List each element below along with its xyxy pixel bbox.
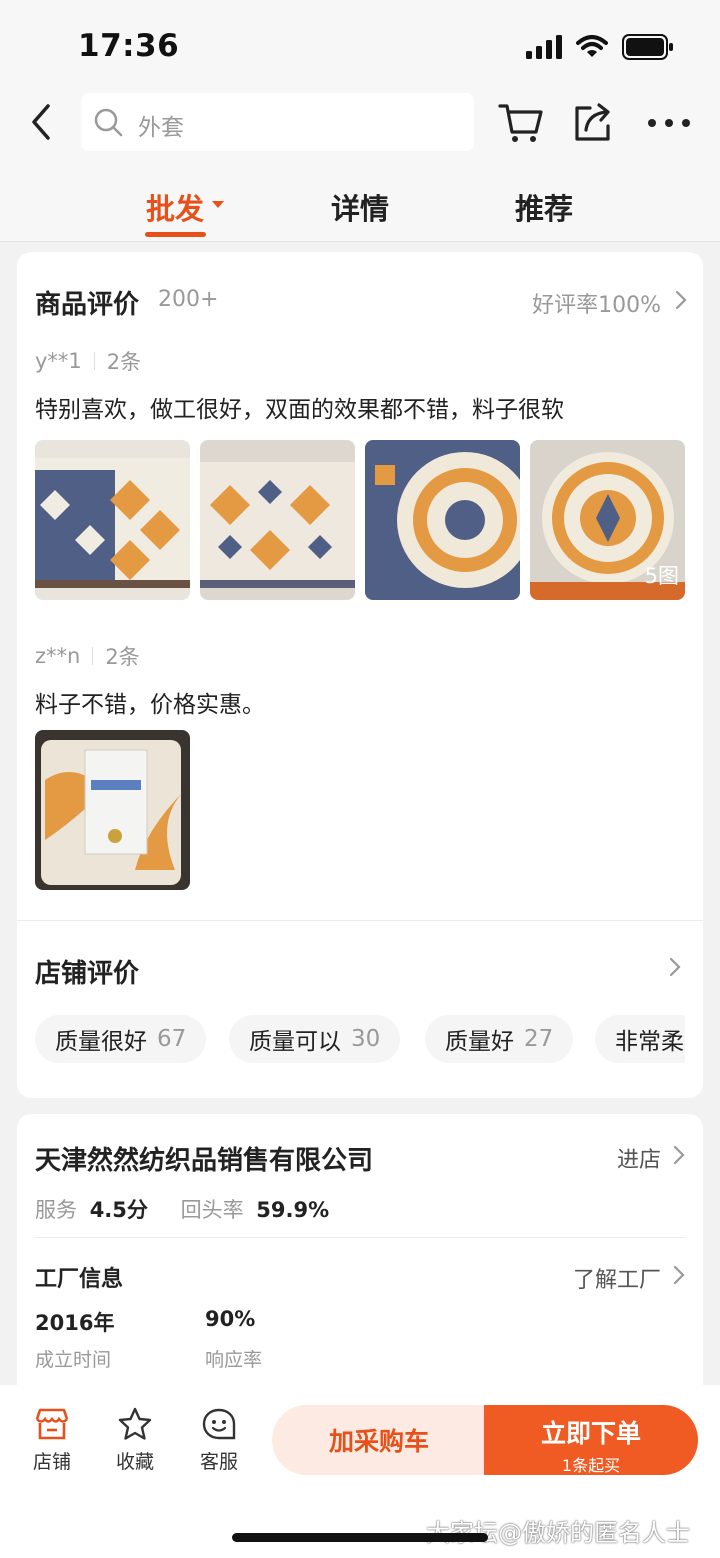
tag-row: 质量很好 67 质量可以 30 质量好 27 非常柔 [35,252,685,1098]
chevron-right-icon [673,1145,685,1165]
shop-button[interactable]: 店铺 [22,1405,82,1474]
founded-value: 2016年 [35,1311,115,1335]
tag-label: 质量可以 [249,1029,341,1055]
search-placeholder: 外套 [138,115,184,141]
tag-count: 30 [351,1026,381,1052]
search-input[interactable]: 外套 [81,93,474,151]
tab-recommend[interactable]: 推荐 [515,186,573,228]
cart-button[interactable] [496,98,546,148]
signal-icon [526,35,562,59]
wifi-icon [576,35,608,57]
tab-underline [145,232,206,237]
tag-label: 质量好 [445,1029,514,1055]
back-button[interactable] [24,102,60,142]
more-button[interactable] [644,98,694,148]
shop-stats: 服务 4.5分 回头率 59.9% [35,1194,329,1224]
star-icon [118,1407,152,1440]
shop-name: 天津然然纺织品销售有限公司 [35,1146,374,1176]
battery-icon [622,34,673,60]
customer-service-button[interactable]: 客服 [189,1405,249,1474]
status-icons [526,34,674,60]
service-value: 4.5分 [89,1198,148,1222]
tag-count: 67 [157,1026,187,1052]
nav-bar: 外套 [0,88,720,158]
more-icon [648,119,690,127]
reviews-card: 商品评价 200+ 好评率100% y**1 2条 特别喜欢，做工很好，双面的效… [17,252,703,1098]
tab-details[interactable]: 详情 [331,186,389,228]
response-label: 响应率 [205,1349,263,1371]
founded-label: 成立时间 [35,1349,112,1371]
divider [35,1237,685,1238]
return-value: 59.9% [256,1198,330,1222]
add-to-cart-button[interactable]: 加采购车 [272,1405,486,1475]
favorite-button[interactable]: 收藏 [105,1405,165,1474]
home-indicator [232,1533,488,1542]
service-label: 服务 [35,1198,77,1222]
return-label: 回头率 [180,1198,244,1222]
buy-now-button[interactable]: 立即下单 1条起买 [484,1405,698,1475]
buy-now-sublabel: 1条起买 [561,1456,621,1475]
share-button[interactable] [568,98,618,148]
review-tag[interactable]: 质量好 27 [425,1015,574,1063]
tag-label: 非常柔 [615,1029,684,1055]
status-bar: 17:36 [0,0,720,88]
customer-service-label: 客服 [199,1451,238,1473]
status-time: 17:36 [78,28,180,64]
share-icon [575,103,610,141]
watermark: 大家坛@傲娇的匿名人士 [426,1519,690,1547]
customer-service-icon [202,1408,236,1440]
tag-count: 27 [524,1026,554,1052]
chevron-left-icon [32,104,50,140]
review-tag[interactable]: 质量很好 67 [35,1015,207,1063]
tab-bar: 批发 详情 推荐 [0,158,720,242]
caret-down-icon [212,201,224,208]
shop-card: 天津然然纺织品销售有限公司 进店 服务 4.5分 回头率 59.9% 工厂信息 … [17,1114,703,1394]
shop-button-label: 店铺 [32,1451,71,1473]
tab-wholesale[interactable]: 批发 [146,186,204,228]
enter-shop-link[interactable]: 进店 [617,1142,661,1174]
factory-link[interactable]: 了解工厂 [573,1262,661,1294]
cart-icon [498,104,543,142]
search-icon [94,108,123,137]
favorite-button-label: 收藏 [115,1451,154,1473]
response-value: 90% [205,1307,256,1331]
store-icon [35,1408,69,1440]
review-tag[interactable]: 质量可以 30 [229,1015,401,1063]
review-tag[interactable]: 非常柔 [595,1015,685,1063]
buy-now-label: 立即下单 [540,1419,641,1448]
factory-title: 工厂信息 [35,1267,124,1292]
tag-label: 质量很好 [55,1029,147,1055]
chevron-right-icon [673,1265,685,1285]
